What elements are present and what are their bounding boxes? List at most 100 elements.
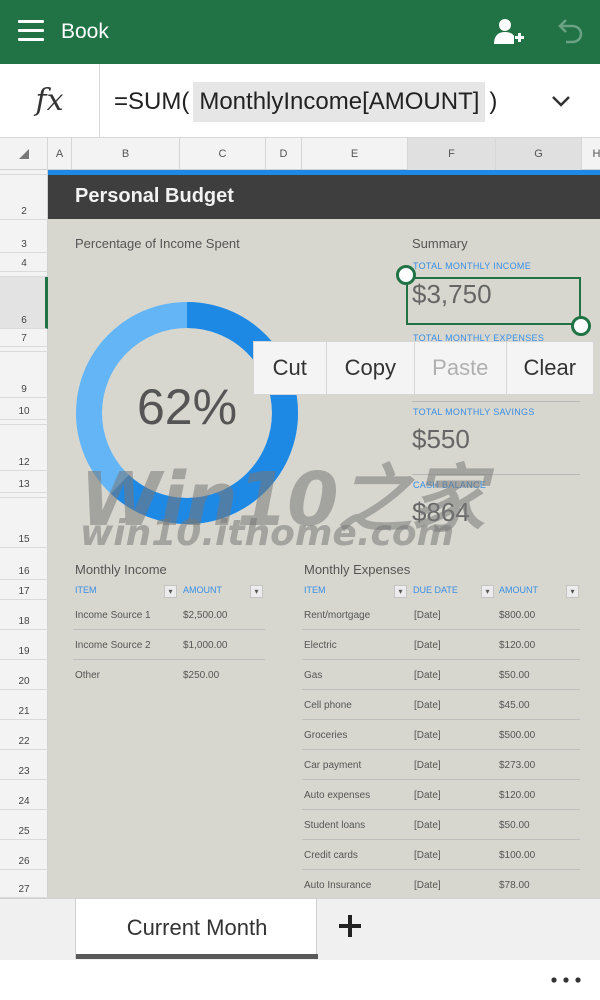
- expense-item: Student loans: [304, 820, 366, 831]
- add-sheet-icon[interactable]: [335, 911, 365, 941]
- filter-dropdown-icon[interactable]: ▾: [394, 585, 407, 598]
- income-table-title: Monthly Income: [75, 562, 167, 577]
- clear-menu-item[interactable]: Clear: [507, 342, 593, 394]
- expense-item: Gas: [304, 670, 323, 681]
- table-row[interactable]: Groceries [Date] $500.00: [302, 720, 580, 750]
- tab-label: Current Month: [126, 915, 268, 940]
- paste-menu-item[interactable]: Paste: [415, 342, 507, 394]
- income-amount: $1,000.00: [183, 640, 228, 651]
- column-header-h[interactable]: H: [582, 138, 600, 170]
- expense-date: [Date]: [414, 670, 441, 681]
- expense-amount: $50.00: [499, 670, 530, 681]
- column-header-e[interactable]: E: [302, 138, 408, 170]
- formula-prefix: =SUM(: [114, 88, 190, 115]
- row-header[interactable]: 9: [0, 352, 48, 398]
- formula-input[interactable]: =SUM(MonthlyIncome[AMOUNT]): [114, 82, 497, 122]
- expense-date: [Date]: [414, 820, 441, 831]
- table-row[interactable]: Student loans [Date] $50.00: [302, 810, 580, 840]
- expense-amount: $120.00: [499, 640, 536, 651]
- table-row[interactable]: Other $250.00: [73, 660, 265, 690]
- sheet-banner: Personal Budget: [48, 175, 600, 219]
- expense-date: [Date]: [414, 700, 441, 711]
- selection-handle-start[interactable]: [396, 265, 416, 285]
- row-header[interactable]: 13: [0, 471, 48, 493]
- row-header[interactable]: 22: [0, 720, 48, 750]
- expense-date: [Date]: [414, 850, 441, 861]
- row-header[interactable]: 18: [0, 600, 48, 630]
- expense-date: [Date]: [414, 730, 441, 741]
- row-header[interactable]: 15: [0, 498, 48, 548]
- copy-menu-item[interactable]: Copy: [327, 342, 416, 394]
- row-header[interactable]: 10: [0, 398, 48, 420]
- table-row[interactable]: Rent/mortgage [Date] $800.00: [302, 600, 580, 630]
- column-header-c[interactable]: C: [180, 138, 266, 170]
- expense-amount: $120.00: [499, 790, 536, 801]
- expenses-table-title: Monthly Expenses: [304, 562, 411, 577]
- select-all-corner[interactable]: [0, 138, 48, 170]
- summary-label: Summary: [412, 236, 468, 251]
- row-header[interactable]: 4: [0, 253, 48, 272]
- filter-dropdown-icon[interactable]: ▾: [566, 585, 579, 598]
- table-row[interactable]: Income Source 1 $2,500.00: [73, 600, 265, 630]
- row-header[interactable]: 24: [0, 780, 48, 810]
- row-header[interactable]: 21: [0, 690, 48, 720]
- summary-income-label: TOTAL MONTHLY INCOME: [413, 261, 532, 271]
- table-row[interactable]: Auto expenses [Date] $120.00: [302, 780, 580, 810]
- chevron-down-icon[interactable]: [548, 88, 574, 114]
- row-header[interactable]: 2: [0, 175, 48, 220]
- row-header[interactable]: 23: [0, 750, 48, 780]
- row-header[interactable]: 3: [0, 220, 48, 253]
- expense-date: [Date]: [414, 640, 441, 651]
- row-header-selected[interactable]: 6: [0, 277, 48, 329]
- row-header[interactable]: 20: [0, 660, 48, 690]
- row-header[interactable]: 25: [0, 810, 48, 840]
- selected-cell[interactable]: [406, 277, 581, 325]
- expense-amount: $50.00: [499, 820, 530, 831]
- expense-date: [Date]: [414, 760, 441, 771]
- expense-item: Rent/mortgage: [304, 610, 371, 621]
- title-bar: Book: [0, 0, 600, 64]
- table-row[interactable]: Credit cards [Date] $100.00: [302, 840, 580, 870]
- hamburger-icon[interactable]: [18, 20, 44, 42]
- column-header-f[interactable]: F: [408, 138, 496, 170]
- column-header-g[interactable]: G: [496, 138, 582, 170]
- formula-bar: fx =SUM(MonthlyIncome[AMOUNT]): [0, 64, 600, 138]
- undo-icon[interactable]: [552, 14, 588, 50]
- expense-amount: $78.00: [499, 880, 530, 891]
- filter-dropdown-icon[interactable]: ▾: [481, 585, 494, 598]
- selection-handle-end[interactable]: [571, 316, 591, 336]
- expense-amount: $45.00: [499, 700, 530, 711]
- row-header[interactable]: 17: [0, 580, 48, 600]
- table-row[interactable]: Auto Insurance [Date] $78.00: [302, 870, 580, 900]
- fx-icon[interactable]: fx: [0, 64, 100, 138]
- table-row[interactable]: Electric [Date] $120.00: [302, 630, 580, 660]
- sheet-title: Personal Budget: [75, 185, 234, 207]
- formula-reference: MonthlyIncome[AMOUNT]: [193, 82, 486, 122]
- watermark-url: win10.ithome.com: [80, 513, 455, 554]
- sheet-tab-bar: Current Month: [0, 898, 600, 960]
- expense-date: [Date]: [414, 790, 441, 801]
- column-header-b[interactable]: B: [72, 138, 180, 170]
- row-header[interactable]: 27: [0, 870, 48, 898]
- income-amount: $250.00: [183, 670, 220, 681]
- column-header-a[interactable]: A: [48, 138, 72, 170]
- row-header[interactable]: 19: [0, 630, 48, 660]
- table-row[interactable]: Gas [Date] $50.00: [302, 660, 580, 690]
- column-headers: A B C D E F G H: [0, 138, 600, 170]
- row-header[interactable]: 16: [0, 548, 48, 580]
- ellipsis-icon[interactable]: [549, 970, 583, 990]
- column-header-d[interactable]: D: [266, 138, 302, 170]
- table-row[interactable]: Car payment [Date] $273.00: [302, 750, 580, 780]
- filter-dropdown-icon[interactable]: ▾: [250, 585, 263, 598]
- table-row[interactable]: Income Source 2 $1,000.00: [73, 630, 265, 660]
- table-row[interactable]: Cell phone [Date] $45.00: [302, 690, 580, 720]
- add-person-icon[interactable]: [490, 14, 526, 50]
- row-header[interactable]: 12: [0, 425, 48, 471]
- chart-label: Percentage of Income Spent: [75, 236, 240, 251]
- row-headers: 2 3 4 6 7 9 10 12 13 15 16 17 18 19 20 2…: [0, 170, 48, 898]
- row-header[interactable]: 26: [0, 840, 48, 870]
- row-header[interactable]: 7: [0, 329, 48, 347]
- filter-dropdown-icon[interactable]: ▾: [164, 585, 177, 598]
- tab-current-month[interactable]: Current Month: [75, 899, 318, 959]
- cut-menu-item[interactable]: Cut: [254, 342, 327, 394]
